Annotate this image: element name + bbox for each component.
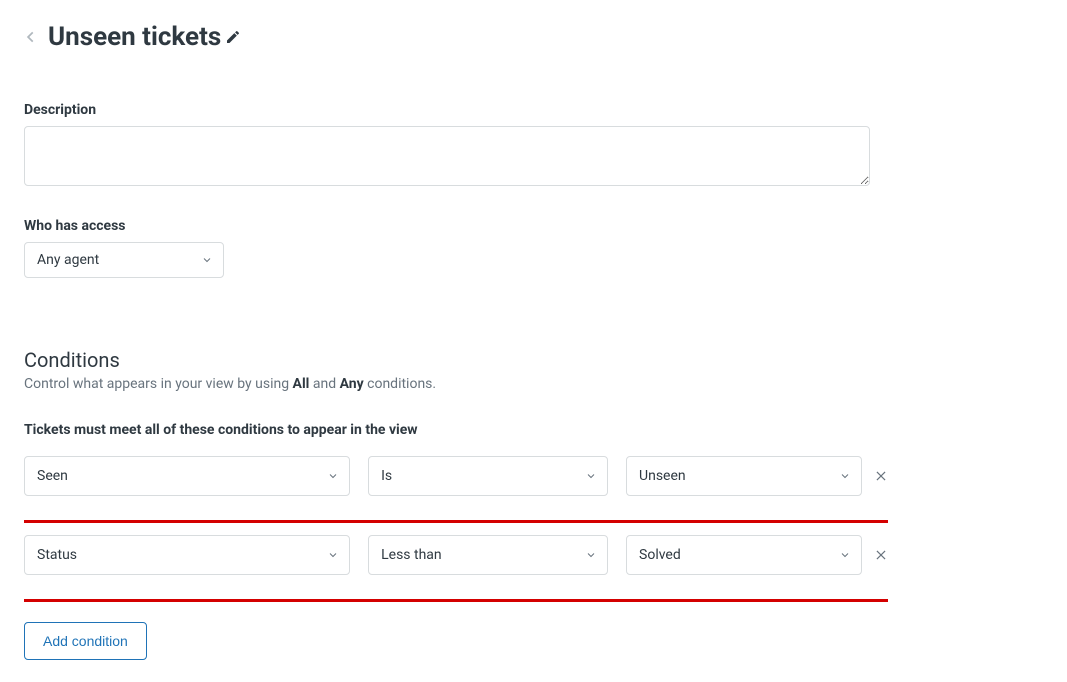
conditions-subtext-all: All xyxy=(293,376,310,392)
chevron-down-icon xyxy=(585,549,597,561)
all-conditions-label: Tickets must meet all of these condition… xyxy=(24,422,1043,438)
chevron-down-icon xyxy=(839,470,851,482)
chevron-down-icon xyxy=(585,470,597,482)
chevron-down-icon xyxy=(201,254,213,266)
access-select[interactable]: Any agent xyxy=(24,242,224,278)
chevron-down-icon xyxy=(327,470,339,482)
access-label: Who has access xyxy=(24,218,1043,234)
page-title-text: Unseen tickets xyxy=(48,22,221,52)
condition-row: Seen Is Unseen xyxy=(24,456,888,523)
chevron-down-icon xyxy=(327,549,339,561)
conditions-subtext-suffix: conditions. xyxy=(364,376,436,392)
condition-value-select[interactable]: Solved xyxy=(626,535,862,575)
condition-field-select[interactable]: Seen xyxy=(24,456,350,496)
description-textarea[interactable] xyxy=(24,126,870,186)
conditions-subtext-prefix: Control what appears in your view by usi… xyxy=(24,376,293,392)
conditions-subtext: Control what appears in your view by usi… xyxy=(24,376,1043,392)
condition-value-select[interactable]: Unseen xyxy=(626,456,862,496)
page-title: Unseen tickets xyxy=(48,22,241,52)
condition-field-select[interactable]: Status xyxy=(24,535,350,575)
conditions-subtext-any: Any xyxy=(340,376,364,392)
add-condition-button[interactable]: Add condition xyxy=(24,622,147,660)
condition-field-value: Seen xyxy=(37,468,68,484)
condition-value-value: Solved xyxy=(639,547,681,563)
condition-field-value: Status xyxy=(37,547,77,563)
chevron-down-icon xyxy=(839,549,851,561)
remove-condition-icon[interactable] xyxy=(874,548,888,562)
condition-operator-select[interactable]: Is xyxy=(368,456,608,496)
condition-operator-value: Is xyxy=(381,468,392,484)
description-label: Description xyxy=(24,102,1043,118)
condition-row: Status Less than Solved xyxy=(24,535,888,602)
back-chevron-icon[interactable] xyxy=(24,28,38,46)
condition-operator-select[interactable]: Less than xyxy=(368,535,608,575)
condition-value-value: Unseen xyxy=(639,468,686,484)
conditions-heading: Conditions xyxy=(24,348,1043,372)
access-select-value: Any agent xyxy=(37,252,99,268)
condition-operator-value: Less than xyxy=(381,547,442,563)
edit-pencil-icon[interactable] xyxy=(225,29,241,45)
remove-condition-icon[interactable] xyxy=(874,469,888,483)
conditions-subtext-mid: and xyxy=(309,376,339,392)
